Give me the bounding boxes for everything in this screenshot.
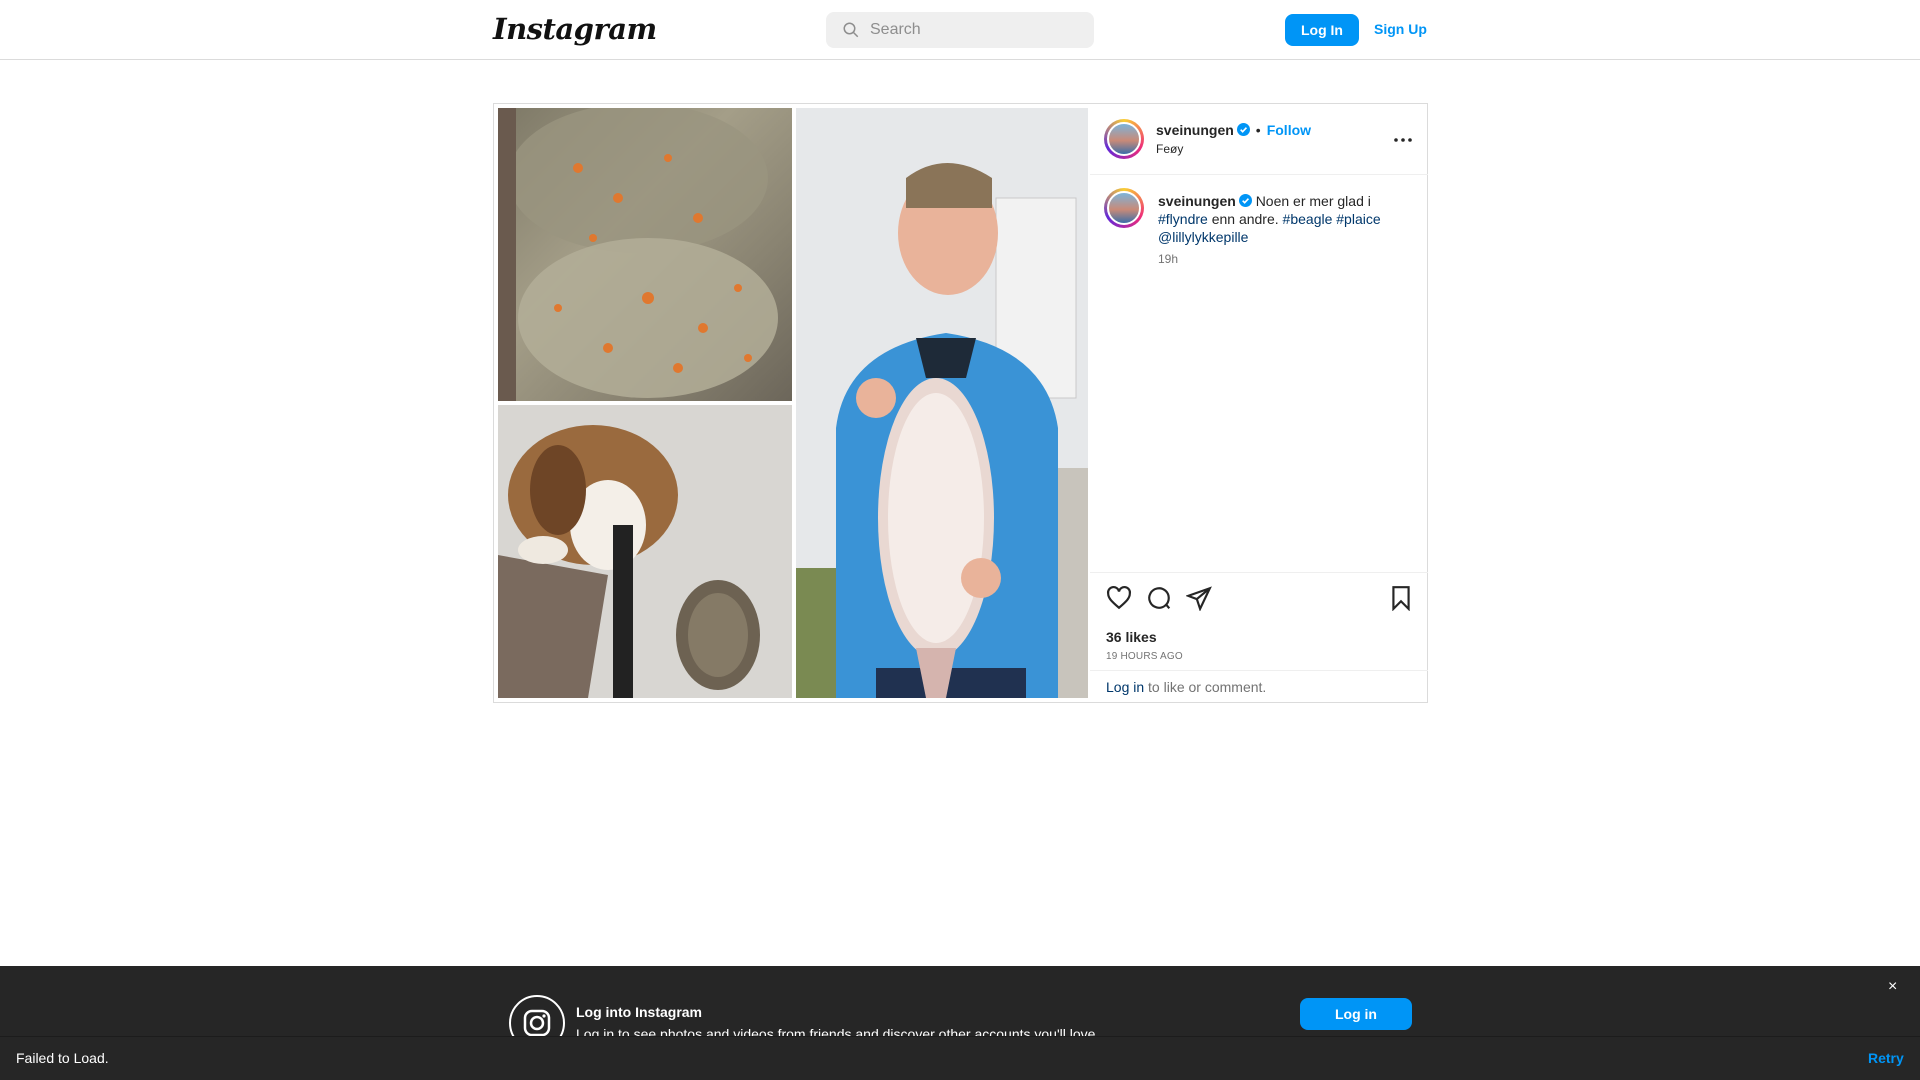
hashtag-link[interactable]: #beagle [1283, 211, 1333, 227]
post-location[interactable]: Feøy [1156, 142, 1183, 156]
mention-link[interactable]: @lillylykkepille [1158, 229, 1248, 245]
post-author-line: sveinungen • Follow [1156, 122, 1311, 140]
search-icon [843, 22, 859, 38]
caption-author[interactable]: sveinungen [1158, 193, 1236, 209]
hashtag-link[interactable]: #flyndre [1158, 211, 1208, 227]
login-prompt-text: to like or comment. [1148, 679, 1267, 695]
top-bar: Instagram Log In Sign Up [0, 0, 1920, 60]
post-sidebar: sveinungen • Follow Feøy sveinungen Noen e… [1090, 104, 1428, 702]
caption-text: Noen er mer glad i [1255, 193, 1371, 209]
separator-dot: • [1255, 122, 1261, 138]
login-prompt: Log in to like or comment. [1090, 670, 1428, 703]
photo-flatfish-pile [498, 108, 792, 401]
close-icon[interactable]: × [1888, 978, 1897, 996]
banner-login-button[interactable]: Log in [1300, 998, 1412, 1030]
signup-link[interactable]: Sign Up [1374, 21, 1427, 37]
avatar[interactable] [1104, 119, 1144, 159]
heart-icon[interactable] [1106, 585, 1132, 611]
login-button[interactable]: Log In [1285, 14, 1359, 46]
post-author[interactable]: sveinungen [1156, 122, 1234, 138]
hashtag-link[interactable]: #plaice [1336, 211, 1380, 227]
follow-button[interactable]: Follow [1267, 122, 1311, 138]
verified-icon [1236, 123, 1250, 136]
post-caption: sveinungen Noen er mer glad i #flyndre e… [1158, 192, 1413, 246]
post-actions: 36 likes 19 HOURS AGO Log in to like or … [1090, 572, 1428, 702]
error-message: Failed to Load. [16, 1050, 109, 1066]
bookmark-icon[interactable] [1388, 585, 1414, 611]
likes-count[interactable]: 36 likes [1106, 629, 1157, 645]
caption-avatar[interactable] [1104, 188, 1144, 228]
login-link[interactable]: Log in [1106, 679, 1144, 695]
post-timestamp[interactable]: 19 HOURS AGO [1106, 651, 1183, 662]
banner-title: Log into Instagram [576, 1004, 702, 1020]
post-media[interactable] [498, 108, 1088, 698]
more-icon[interactable] [1393, 137, 1413, 143]
share-icon[interactable] [1186, 585, 1212, 611]
error-bar: Failed to Load. Retry [0, 1036, 1920, 1080]
comment-icon[interactable] [1146, 585, 1172, 611]
retry-button[interactable]: Retry [1868, 1050, 1904, 1066]
photo-beagle-with-fish [498, 405, 792, 698]
post-header: sveinungen • Follow Feøy [1090, 104, 1428, 175]
caption-text: enn andre. [1211, 211, 1279, 227]
caption-time[interactable]: 19h [1158, 252, 1178, 266]
search-box[interactable] [826, 12, 1094, 48]
search-input[interactable] [870, 12, 1085, 48]
login-banner: Log into Instagram Log in to see photos … [0, 966, 1920, 1051]
photo-man-holding-fish [796, 108, 1088, 698]
post-card: sveinungen • Follow Feøy sveinungen Noen e… [493, 103, 1428, 703]
instagram-logo[interactable]: Instagram [493, 12, 657, 46]
verified-icon [1238, 194, 1252, 207]
